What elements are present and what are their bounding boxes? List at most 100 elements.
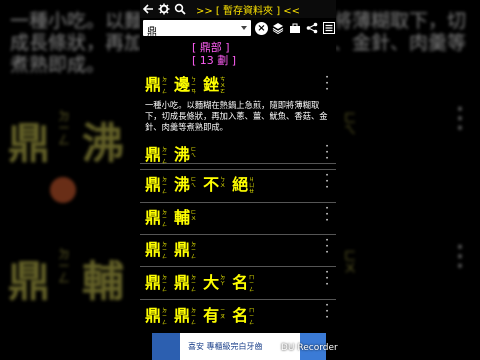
result-list: [ 鼎部 ] [ 13 劃 ] 鼎ㄉ ㄧ ㄥ 邊ㄅ ㄧ ㄢ 銼ㄘ ㄨ ㄛ · · ·… (140, 38, 336, 360)
syllable: 沸ㄈ ㄟ (174, 176, 196, 194)
entry-word: 鼎ㄉ ㄧ ㄥ 邊ㄅ ㄧ ㄢ 銼ㄘ ㄨ ㄛ (145, 75, 232, 96)
entry-word: 鼎ㄉ ㄧ ㄥ 沸ㄈ ㄟ 不ㄅ ㄨ 絕ㄐ ㄩ ㄝ (145, 175, 261, 196)
entry-zhuyin: ㄐ ㄩ ㄝ (249, 177, 255, 195)
syllable: 鼎ㄉ ㄧ ㄥ (145, 208, 168, 229)
chevron-down-icon[interactable] (241, 26, 247, 30)
syllable: 鼎ㄉ ㄧ ㄥ (145, 76, 168, 96)
background-word-2: 沸 (82, 119, 125, 168)
entry-char: 鼎 (174, 306, 191, 325)
background-zhuyin-2: ㄈ ㄟ (344, 111, 357, 137)
more-options-icon[interactable]: · · · (323, 202, 331, 226)
entry-zhuyin: ㄈ ㄨ (191, 210, 197, 222)
syllable: 鼎ㄉ ㄧ ㄥ (145, 240, 168, 261)
entry-char: 鼎 (174, 273, 191, 292)
ad-logo (152, 333, 180, 360)
entry-char: 有 (203, 306, 220, 325)
radical-name: [ 鼎部 ] (192, 41, 230, 54)
background-zhuyin-3: ㄉ ㄧ ㄥ (58, 247, 71, 285)
menu-icon[interactable] (322, 20, 336, 36)
entry-char: 鼎 (145, 175, 162, 194)
briefcase-icon[interactable] (288, 20, 302, 36)
syllable: 有ㄧ ㄡ (203, 307, 225, 325)
list-item[interactable]: 鼎ㄉ ㄧ ㄥ 鼎ㄉ ㄧ ㄥ 有ㄧ ㄡ 名ㄇ ㄧ ㄥ · · · (140, 299, 336, 333)
entry-word: 鼎ㄉ ㄧ ㄥ 沸ㄈ ㄟ (145, 146, 203, 166)
entry-definition: 一種小吃。以麵糊在熱鍋上急煎，隨即將薄糊取下，切成長條狀，再加入蔥、薑、魷魚、香… (145, 100, 328, 132)
background-word-1: 鼎 (8, 119, 51, 168)
syllable: 絕ㄐ ㄩ ㄝ (232, 175, 255, 196)
list-item[interactable]: 鼎ㄉ ㄧ ㄥ 沸ㄈ ㄟ 不ㄅ ㄨ 絕ㄐ ㄩ ㄝ · · · (140, 169, 336, 203)
entry-char: 沸 (174, 145, 191, 164)
background-definition-text-right: 一種小吃。以麵糊在熱鍋上急煎，隨即將薄糊取下，切成長條狀，再加入蔥、薑、魷魚、香… (336, 10, 467, 54)
syllable: 輔ㄈ ㄨ (174, 209, 196, 227)
syllable: 名ㄇ ㄧ ㄥ (232, 273, 255, 294)
share-icon[interactable] (305, 20, 319, 36)
entry-word: 鼎ㄉ ㄧ ㄥ 鼎ㄉ ㄧ ㄥ 有ㄧ ㄡ 名ㄇ ㄧ ㄥ (145, 306, 261, 327)
radical-header: [ 鼎部 ] [ 13 劃 ] (192, 41, 236, 67)
ad-text: 喜安 專櫃級完白牙齒 (188, 342, 263, 351)
search-field[interactable] (143, 20, 251, 38)
list-item[interactable]: 鼎ㄉ ㄧ ㄥ 鼎ㄉ ㄧ ㄥ · · · (140, 234, 336, 267)
syllable: 不ㄅ ㄨ (203, 176, 225, 194)
entry-zhuyin: ㄉ ㄧ ㄥ (162, 275, 168, 293)
list-item[interactable]: 鼎ㄉ ㄧ ㄥ 輔ㄈ ㄨ · · · (140, 202, 336, 235)
folder-title[interactable]: >> [ 暫存資料夾 ] << (196, 2, 300, 17)
entry-zhuyin: ㄧ ㄡ (220, 308, 226, 320)
arrow-left-icon[interactable] (140, 1, 156, 17)
syllable: 銼ㄘ ㄨ ㄛ (203, 75, 226, 96)
radical-strokes: [ 13 劃 ] (192, 54, 237, 67)
entry-char: 銼 (203, 75, 220, 94)
app-screen: >> [ 暫存資料夾 ] << × [ 鼎部 ] [ 13 劃 ] 鼎ㄉ ㄧ ㄥ (140, 0, 336, 360)
entry-zhuyin: ㄘ ㄨ ㄛ (220, 77, 226, 95)
more-options-icon[interactable]: · · · (323, 234, 331, 258)
entry-char: 名 (232, 273, 249, 292)
entry-char: 輔 (174, 208, 191, 227)
more-options-icon[interactable]: · · · (323, 299, 331, 323)
background-more-icon: ⋮ (446, 101, 474, 134)
entry-word: 鼎ㄉ ㄧ ㄥ 輔ㄈ ㄨ (145, 208, 203, 229)
more-options-icon[interactable]: · · · (323, 266, 331, 290)
entry-char: 鼎 (174, 240, 191, 259)
background-definition-text: 一種小吃。以麵糊在熱鍋上急煎，隨即將薄糊取下，切成長條狀，再加入蔥、薑、魷魚、香… (10, 10, 140, 76)
list-item[interactable]: 鼎ㄉ ㄧ ㄥ 鼎ㄉ ㄧ ㄥ 大ㄉ ㄚ 名ㄇ ㄧ ㄥ · · · (140, 266, 336, 300)
recorder-watermark: DU Recorder (268, 343, 338, 353)
background-left: 一種小吃。以麵糊在熱鍋上急煎，隨即將薄糊取下，切成長條狀，再加入蔥、薑、魷魚、香… (0, 0, 140, 360)
background-zhuyin-1: ㄉ ㄧ ㄥ (58, 109, 71, 147)
entry-char: 邊 (174, 75, 191, 94)
more-options-icon[interactable]: · · · (323, 71, 331, 95)
search-icon[interactable] (172, 1, 188, 17)
entry-char: 沸 (174, 175, 191, 194)
entry-zhuyin: ㄉ ㄧ ㄥ (162, 77, 168, 95)
entry-zhuyin: ㄉ ㄧ ㄥ (191, 275, 197, 293)
entry-zhuyin: ㄉ ㄧ ㄥ (162, 210, 168, 228)
entry-char: 名 (232, 306, 249, 325)
gear-icon[interactable] (156, 1, 172, 17)
syllable: 鼎ㄉ ㄧ ㄥ (174, 273, 197, 294)
syllable: 鼎ㄉ ㄧ ㄥ (145, 175, 167, 196)
entry-char: 鼎 (145, 240, 162, 259)
layers-icon[interactable] (271, 20, 285, 36)
entry-char: 鼎 (145, 208, 162, 227)
entry-char: 鼎 (145, 273, 162, 292)
more-options-icon[interactable]: · · · (323, 169, 331, 193)
search-input[interactable] (147, 23, 227, 38)
entry-zhuyin: ㄉ ㄧ ㄥ (162, 242, 168, 260)
entry-zhuyin: ㄇ ㄧ ㄥ (249, 275, 255, 293)
background-badge (50, 177, 76, 203)
syllable: 鼎ㄉ ㄧ ㄥ (145, 273, 168, 294)
entry-zhuyin: ㄅ ㄨ (220, 177, 226, 189)
record-icon (268, 343, 278, 353)
top-toolbar: >> [ 暫存資料夾 ] << (140, 0, 336, 18)
list-item[interactable]: 鼎ㄉ ㄧ ㄥ 沸ㄈ ㄟ · · · (140, 140, 336, 170)
syllable: 鼎ㄉ ㄧ ㄥ (174, 240, 196, 261)
syllable: 邊ㄅ ㄧ ㄢ (174, 75, 196, 96)
entry-char: 絕 (232, 175, 249, 194)
background-word-4: 輔 (82, 257, 125, 306)
syllable: 沸ㄈ ㄟ (174, 146, 196, 164)
background-more-icon-2: ⋮ (446, 239, 474, 272)
clear-icon[interactable]: × (255, 21, 268, 35)
recorder-label: DU Recorder (281, 343, 338, 353)
entry-char: 大 (203, 273, 220, 292)
more-options-icon[interactable]: · · · (323, 140, 331, 164)
syllable: 鼎ㄉ ㄧ ㄥ (174, 306, 196, 327)
entry-char: 不 (203, 175, 220, 194)
